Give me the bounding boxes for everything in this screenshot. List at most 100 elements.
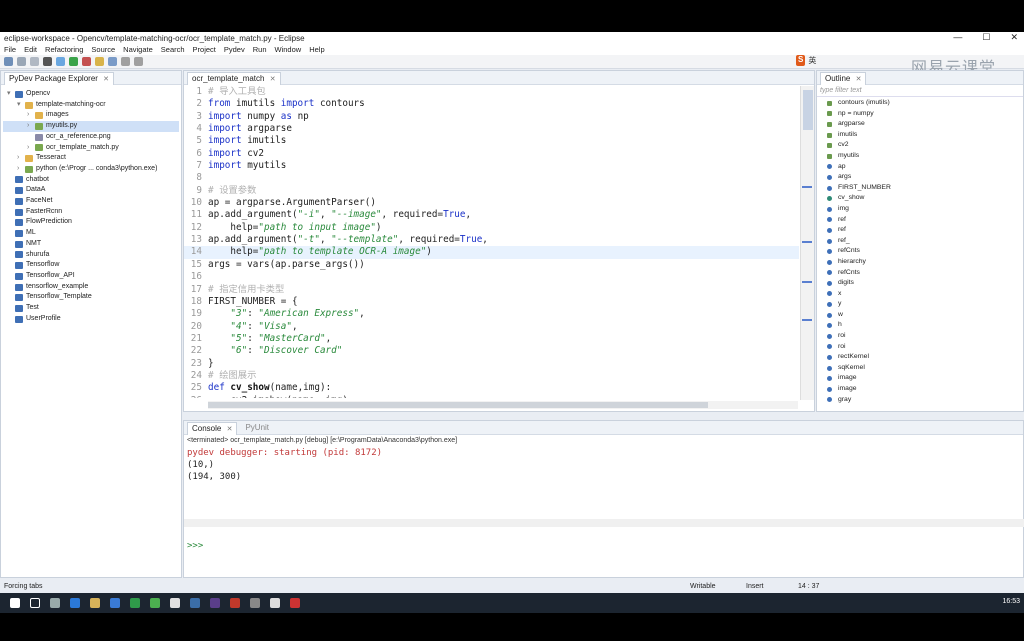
code-line[interactable]: 12 help="path to input image") xyxy=(184,222,799,234)
editor-horizontal-scrollbar[interactable] xyxy=(208,401,798,409)
scroll-thumb[interactable] xyxy=(803,90,813,130)
outline-filter-input[interactable]: type filter text xyxy=(817,85,1023,97)
outline-item[interactable]: gray xyxy=(827,395,1013,406)
code-line[interactable]: 8 xyxy=(184,172,799,184)
tree-item[interactable]: shurufa xyxy=(3,250,179,261)
app-icon[interactable] xyxy=(130,598,140,608)
app-icon[interactable] xyxy=(150,598,160,608)
tab-package-explorer[interactable]: PyDev Package Explorer ✕ xyxy=(4,71,115,85)
search-icon[interactable] xyxy=(108,57,117,66)
save-icon[interactable] xyxy=(17,57,26,66)
tree-item[interactable]: › python (e:\Progr ... conda3\python.exe) xyxy=(3,164,179,175)
code-line[interactable]: 11 ap.add_argument("-i", "--image", requi… xyxy=(184,209,799,221)
start-icon[interactable] xyxy=(10,598,20,608)
outline-item[interactable]: image xyxy=(827,373,1013,384)
code-line[interactable]: 1 # 导入工具包 xyxy=(184,86,799,98)
outline-item[interactable]: argparse xyxy=(827,119,1013,130)
menu-project[interactable]: Project xyxy=(193,45,216,54)
menu-window[interactable]: Window xyxy=(275,45,302,54)
outline-item[interactable]: digits xyxy=(827,278,1013,289)
expand-arrow-icon[interactable]: ▾ xyxy=(17,100,25,111)
outline-item[interactable]: hierarchy xyxy=(827,257,1013,268)
run-icon[interactable] xyxy=(69,57,78,66)
outline-item[interactable]: roi xyxy=(827,331,1013,342)
outline-item[interactable]: args xyxy=(827,172,1013,183)
tab-pyunit[interactable]: PyUnit xyxy=(245,423,269,432)
outline-item[interactable]: sqKernel xyxy=(827,363,1013,374)
outline-item[interactable]: ref xyxy=(827,225,1013,236)
code-line[interactable]: 17 # 指定信用卡类型 xyxy=(184,284,799,296)
code-line[interactable]: 18 FIRST_NUMBER = { xyxy=(184,296,799,308)
tab-ocr-template-match[interactable]: ocr_template_match ✕ xyxy=(187,71,281,85)
code-line[interactable]: 19 "3": "American Express", xyxy=(184,308,799,320)
tree-item[interactable]: NMT xyxy=(3,239,179,250)
close-icon[interactable]: ✕ xyxy=(856,76,862,83)
outline-item[interactable]: refCnts xyxy=(827,246,1013,257)
outline-item[interactable]: img xyxy=(827,204,1013,215)
menu-help[interactable]: Help xyxy=(309,45,324,54)
code-line[interactable]: 7 import myutils xyxy=(184,160,799,172)
app-icon[interactable] xyxy=(170,598,180,608)
expand-arrow-icon[interactable]: › xyxy=(27,143,35,154)
taskbar-clock[interactable]: 16:53 xyxy=(1002,598,1020,605)
store-icon[interactable] xyxy=(110,598,120,608)
outline-item[interactable]: rectKernel xyxy=(827,352,1013,363)
tree-item[interactable]: › ocr_template_match.py xyxy=(3,143,179,154)
app-icon[interactable] xyxy=(230,598,240,608)
outline-item[interactable]: y xyxy=(827,299,1013,310)
menu-pydev[interactable]: Pydev xyxy=(224,45,245,54)
expand-arrow-icon[interactable]: › xyxy=(17,153,25,164)
outline-item[interactable]: np = numpy xyxy=(827,109,1013,120)
tree-item[interactable]: ML xyxy=(3,228,179,239)
explorer-icon[interactable] xyxy=(90,598,100,608)
new-icon[interactable] xyxy=(4,57,13,66)
code-line[interactable]: 14 help="path to template OCR-A image") xyxy=(184,246,799,259)
sogou-logo-icon[interactable]: S xyxy=(796,55,806,66)
search-icon[interactable] xyxy=(30,598,40,608)
outline-item[interactable]: w xyxy=(827,310,1013,321)
outline-item[interactable]: ref_ xyxy=(827,236,1013,247)
app-icon[interactable] xyxy=(290,598,300,608)
menu-navigate[interactable]: Navigate xyxy=(123,45,153,54)
menu-edit[interactable]: Edit xyxy=(24,45,37,54)
menu-run[interactable]: Run xyxy=(253,45,267,54)
tree-item[interactable]: ▾ Opencv xyxy=(3,89,179,100)
outline-item[interactable]: imutils xyxy=(827,130,1013,141)
close-button[interactable]: ✕ xyxy=(1010,32,1018,43)
app-icon[interactable] xyxy=(270,598,280,608)
code-line[interactable]: 24 # 绘图展示 xyxy=(184,370,799,382)
tree-item[interactable]: tensorflow_example xyxy=(3,282,179,293)
outline-item[interactable]: ref xyxy=(827,215,1013,226)
minimize-button[interactable]: — xyxy=(953,32,962,43)
tab-outline[interactable]: Outline ✕ xyxy=(820,71,867,85)
code-line[interactable]: 3 import numpy as np xyxy=(184,111,799,123)
menu-search[interactable]: Search xyxy=(161,45,185,54)
back-icon[interactable] xyxy=(121,57,130,66)
open-type-icon[interactable] xyxy=(95,57,104,66)
close-icon[interactable]: ✕ xyxy=(227,426,233,433)
settings-icon[interactable] xyxy=(43,57,52,66)
tree-item[interactable]: DataA xyxy=(3,185,179,196)
code-line[interactable]: 22 "6": "Discover Card" xyxy=(184,345,799,357)
code-line[interactable]: 2 from imutils import contours xyxy=(184,98,799,110)
expand-arrow-icon[interactable]: › xyxy=(27,121,35,132)
code-line[interactable]: 16 xyxy=(184,271,799,283)
tree-item[interactable]: Tensorflow xyxy=(3,260,179,271)
code-line[interactable]: 13 ap.add_argument("-t", "--template", re… xyxy=(184,234,799,246)
save-all-icon[interactable] xyxy=(30,57,39,66)
tree-item[interactable]: FlowPrediction xyxy=(3,217,179,228)
outline-item[interactable]: cv2 xyxy=(827,140,1013,151)
tree-item[interactable]: FasterRcnn xyxy=(3,207,179,218)
code-line[interactable]: 9 # 设置参数 xyxy=(184,185,799,197)
code-line[interactable]: 10 ap = argparse.ArgumentParser() xyxy=(184,197,799,209)
scroll-thumb[interactable] xyxy=(208,402,708,408)
code-line[interactable]: 26 cv2.imshow(name, img) xyxy=(184,395,799,398)
expand-arrow-icon[interactable]: › xyxy=(27,110,35,121)
console-prompt[interactable]: >>> xyxy=(187,541,203,551)
tree-item[interactable]: › Tesseract xyxy=(3,153,179,164)
app-icon[interactable] xyxy=(250,598,260,608)
menu-file[interactable]: File xyxy=(4,45,16,54)
code-line[interactable]: 20 "4": "Visa", xyxy=(184,321,799,333)
external-tools-icon[interactable] xyxy=(82,57,91,66)
menu-source[interactable]: Source xyxy=(91,45,115,54)
